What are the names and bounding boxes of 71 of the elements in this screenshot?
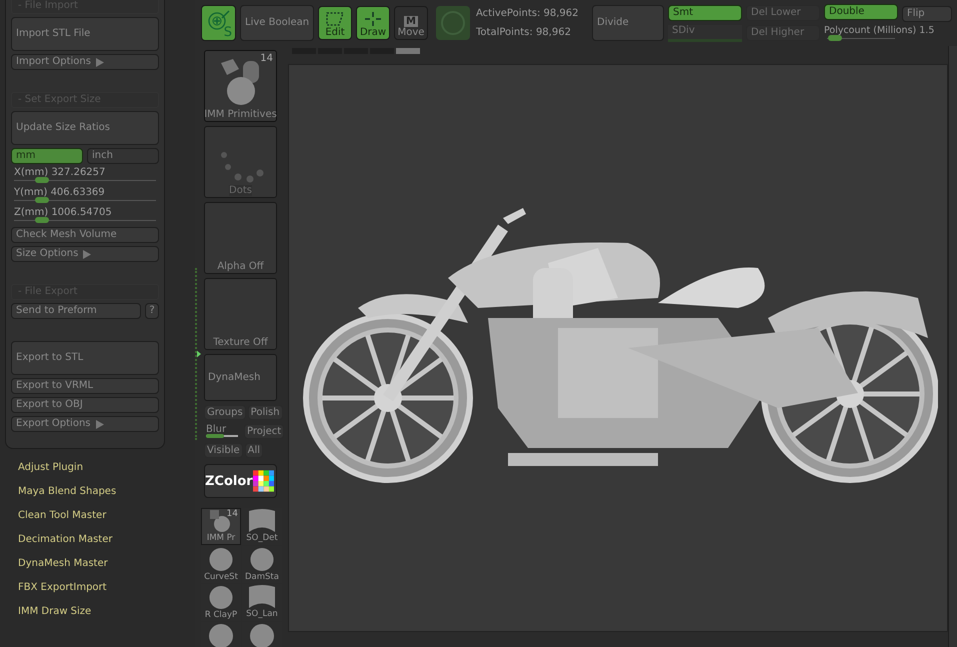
tool-button[interactable]: Polish (248, 405, 283, 420)
move-badge: M (404, 16, 418, 27)
plugin-menu-item[interactable]: FBX ExportImport (18, 581, 107, 595)
plugin-menu-item[interactable]: Clean Tool Master (18, 509, 106, 523)
flip-toggle[interactable]: Flip (902, 6, 952, 22)
plugin-button[interactable]: Import STL File (11, 17, 159, 51)
mode-button[interactable]: Edit (318, 6, 352, 40)
unit-toggle[interactable]: inch (87, 148, 159, 164)
slider-thumb[interactable] (828, 35, 842, 41)
count-label: 14 (260, 53, 273, 64)
simple-brush-button[interactable]: S (201, 5, 236, 41)
slider-thumb[interactable] (35, 177, 50, 183)
tool-button[interactable]: All (244, 443, 264, 458)
dynamesh-button[interactable]: DynaMesh (204, 354, 277, 401)
slider-thumb[interactable] (35, 217, 50, 223)
triangle-icon (83, 250, 92, 258)
plugin-button[interactable]: Update Size Ratios (11, 111, 159, 145)
blur-slider[interactable]: Blur (204, 424, 242, 439)
count-label: 14 (226, 509, 238, 519)
smt-toggle[interactable]: Smt (668, 4, 742, 20)
plugin-menu-item[interactable]: Decimation Master (18, 533, 112, 547)
document-tab[interactable] (396, 48, 420, 54)
polygon-icon (324, 11, 346, 27)
slider-label: Blur (206, 424, 228, 435)
color-grid-icon (252, 470, 274, 492)
point-count: TotalPoints: 98,962 (476, 27, 572, 38)
mode-button[interactable]: M Move (394, 6, 428, 40)
plugin-button[interactable]: Check Mesh Volume (11, 227, 159, 243)
sphere-icon (208, 547, 234, 572)
tool-tile[interactable]: Texture Off (204, 278, 277, 350)
triangle-icon (197, 349, 201, 359)
live-boolean-button[interactable]: Live Boolean (240, 5, 314, 41)
tool-button[interactable]: Visible (204, 443, 243, 458)
brush-thumbnail[interactable]: 14 IMM Pr (201, 508, 241, 545)
triangle-icon (96, 58, 104, 66)
mode-button[interactable]: Draw (356, 6, 390, 40)
tool-button[interactable]: Groups (204, 405, 246, 420)
tool-button[interactable]: Project (244, 424, 284, 439)
zcolor-button[interactable]: ZColor (204, 464, 277, 498)
sphere-icon (208, 585, 234, 610)
options-button[interactable]: Export Options (11, 416, 159, 432)
options-button[interactable]: Size Options (11, 246, 159, 262)
options-button[interactable]: Import Options (11, 54, 159, 70)
tool-tile[interactable]: 14 IMM Primitives (204, 50, 277, 122)
plugin-button[interactable]: Export to OBJ (11, 397, 159, 413)
triangle-icon (96, 420, 104, 428)
point-count: ActivePoints: 98,962 (476, 8, 580, 19)
slider-thumb[interactable] (35, 197, 50, 203)
slider-label: Polycount (Millions) 1.5 (824, 24, 934, 37)
gyro-button[interactable] (436, 6, 470, 40)
plugin-button[interactable]: Export to VRML (11, 378, 159, 394)
viewport-canvas[interactable] (288, 64, 948, 632)
slider-label: X(mm) 327.26257 (13, 167, 106, 179)
plugin-menu-item[interactable]: Adjust Plugin (18, 461, 84, 475)
double-toggle[interactable]: Double (824, 4, 898, 20)
slab-icon (248, 585, 276, 609)
panel-handle[interactable] (195, 268, 201, 440)
tool-tile[interactable]: Alpha Off (204, 202, 277, 274)
plugin-menu-item[interactable]: IMM Draw Size (18, 605, 92, 619)
plugin-button[interactable]: Send to Preform (11, 303, 141, 319)
crosshair-icon (363, 11, 383, 27)
slider-label: Y(mm) 406.63369 (13, 187, 106, 199)
divide-button[interactable]: Divide (592, 5, 664, 41)
slab-icon (248, 509, 276, 533)
plugin-button[interactable]: Export to STL (11, 341, 159, 375)
slider-label: Z(mm) 1006.54705 (13, 207, 113, 219)
unit-toggle[interactable]: mm (11, 148, 83, 164)
plugin-menu-item[interactable]: Maya Blend Shapes (18, 485, 116, 499)
sphere-icon (249, 547, 275, 572)
help-button[interactable]: ? (145, 303, 159, 319)
plugin-menu-item[interactable]: DynaMesh Master (18, 557, 108, 571)
